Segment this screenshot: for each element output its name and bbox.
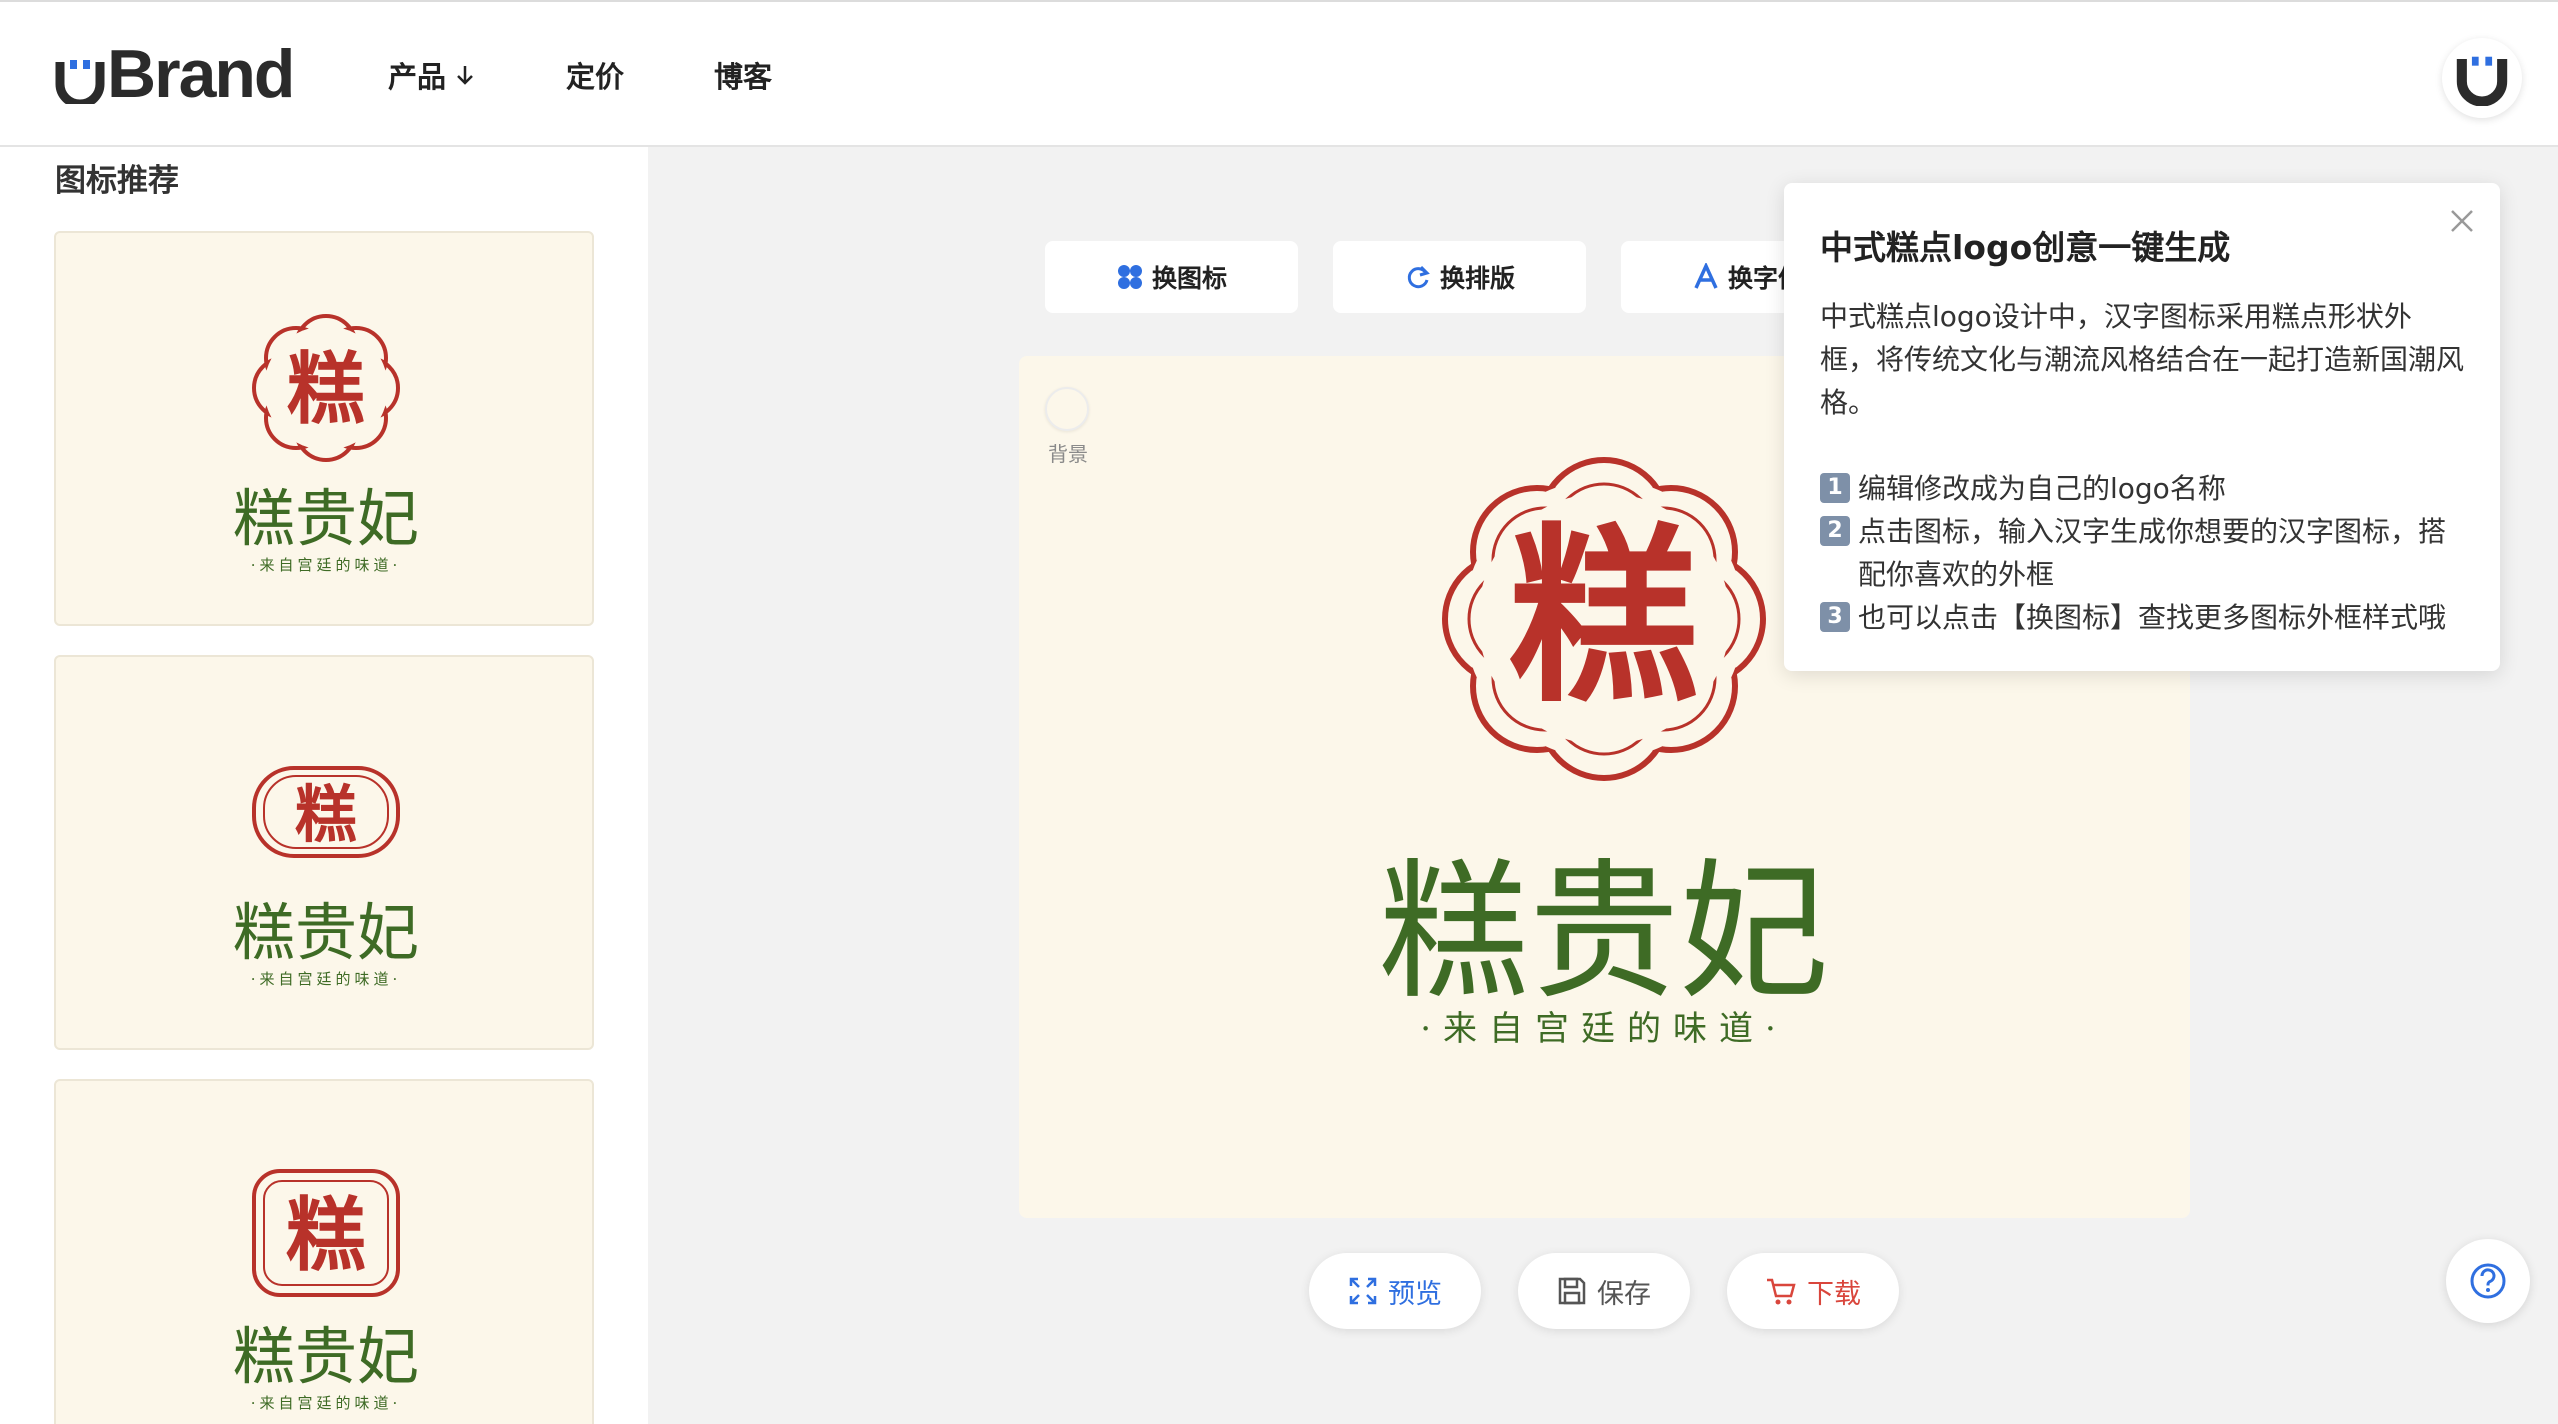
tooltip-title: 中式糕点logo创意一键生成	[1820, 228, 2231, 267]
step-text: 编辑修改成为自己的logo名称	[1858, 472, 2226, 505]
fullscreen-icon	[1349, 1277, 1377, 1305]
nav-blog[interactable]: 博客	[714, 54, 772, 96]
download-label: 下载	[1807, 1278, 1861, 1310]
svg-text:·来自宫廷的味道·: ·来自宫廷的味道·	[251, 556, 402, 574]
panel-title: 图标推荐	[55, 163, 179, 199]
svg-text:糕: 糕	[286, 1189, 366, 1282]
recommend-card-1[interactable]: 糕 糕贵妃 ·来自宫廷的味道·	[54, 231, 594, 626]
svg-text:糕: 糕	[287, 345, 365, 435]
user-icon	[2456, 56, 2508, 106]
step-text: 也可以点击【换图标】查找更多图标外框样式哦	[1858, 601, 2447, 634]
preview-label: 预览	[1388, 1278, 1442, 1310]
recommend-card-3[interactable]: 糕 糕贵妃 ·来自宫廷的味道·	[54, 1079, 594, 1424]
save-label: 保存	[1597, 1278, 1651, 1310]
nav-products-label: 产品	[388, 60, 447, 94]
tooltip-step: 3 也可以点击【换图标】查找更多图标外框样式哦	[1820, 596, 2464, 639]
recommend-card-2[interactable]: 糕 糕贵妃 ·来自宫廷的味道·	[54, 655, 594, 1050]
user-avatar[interactable]	[2442, 38, 2522, 118]
svg-text:糕贵妃: 糕贵妃	[233, 482, 419, 555]
logo-thumbnail-scalloped: 糕 糕贵妃 ·来自宫廷的味道·	[233, 766, 419, 988]
download-button[interactable]: 下载	[1727, 1253, 1899, 1329]
tooltip-intro: 中式糕点logo设计中，汉字图标采用糕点形状外框，将传统文化与潮流风格结合在一起…	[1820, 300, 2465, 419]
logo-thumbnail-cloud: 糕 糕贵妃 ·来自宫廷的味道·	[233, 314, 419, 574]
change-icon-label: 换图标	[1151, 264, 1227, 293]
shapes-icon	[1117, 265, 1142, 289]
refresh-icon	[1407, 265, 1430, 289]
top-nav: Brand 产品 定价 博客	[0, 0, 2558, 147]
nav-pricing[interactable]: 定价	[566, 54, 624, 96]
brand-name: Brand	[107, 36, 295, 112]
svg-text:·来自宫廷的味道·: ·来自宫廷的味道·	[251, 1394, 402, 1412]
font-icon	[1694, 263, 1718, 289]
svg-text:糕: 糕	[295, 778, 357, 851]
cart-icon	[1767, 1278, 1796, 1305]
preview-button[interactable]: 预览	[1309, 1253, 1481, 1329]
step-text: 点击图标，输入汉字生成你想要的汉字图标，搭配你喜欢的外框	[1858, 515, 2447, 591]
chevron-down-icon	[457, 66, 473, 85]
logo-thumbnail-square: 糕 糕贵妃 ·来自宫廷的味道·	[233, 1169, 419, 1412]
brand-logo[interactable]: Brand	[55, 36, 295, 112]
step-number-badge: 1	[1820, 473, 1850, 503]
svg-text:糕贵妃: 糕贵妃	[233, 896, 419, 969]
logo-slogan[interactable]: ·来自宫廷的味道·	[1420, 1009, 1788, 1049]
change-layout-button[interactable]: 换排版	[1333, 241, 1586, 313]
tooltip-step: 2 点击图标，输入汉字生成你想要的汉字图标，搭配你喜欢的外框	[1820, 510, 2464, 596]
logo-icon-cloud-frame[interactable]: 糕	[1442, 457, 1766, 781]
step-number-badge: 2	[1820, 516, 1850, 546]
tooltip-step: 1 编辑修改成为自己的logo名称	[1820, 467, 2464, 510]
svg-text:·来自宫廷的味道·: ·来自宫廷的味道·	[251, 970, 402, 988]
save-icon	[1558, 1277, 1586, 1305]
save-button[interactable]: 保存	[1518, 1253, 1690, 1329]
guide-tooltip: 中式糕点logo创意一键生成 中式糕点logo设计中，汉字图标采用糕点形状外框，…	[1784, 183, 2500, 671]
logo-icon-char: 糕	[1509, 507, 1699, 728]
nav-products[interactable]: 产品	[388, 54, 476, 96]
change-layout-label: 换排版	[1439, 264, 1515, 293]
svg-text:糕贵妃: 糕贵妃	[233, 1320, 419, 1393]
brand-mark-icon	[55, 60, 105, 104]
close-icon[interactable]	[2444, 203, 2480, 239]
help-icon	[2470, 1263, 2506, 1299]
step-number-badge: 3	[1820, 602, 1850, 632]
icon-recommend-panel: 图标推荐 糕 糕贵妃 ·来自宫廷的味道· 糕 糕贵妃 ·来自宫廷的味道· 糕 糕…	[0, 147, 648, 1424]
logo-brand-name[interactable]: 糕贵妃	[1379, 846, 1829, 1020]
help-button[interactable]	[2446, 1239, 2530, 1323]
change-icon-button[interactable]: 换图标	[1045, 241, 1298, 313]
